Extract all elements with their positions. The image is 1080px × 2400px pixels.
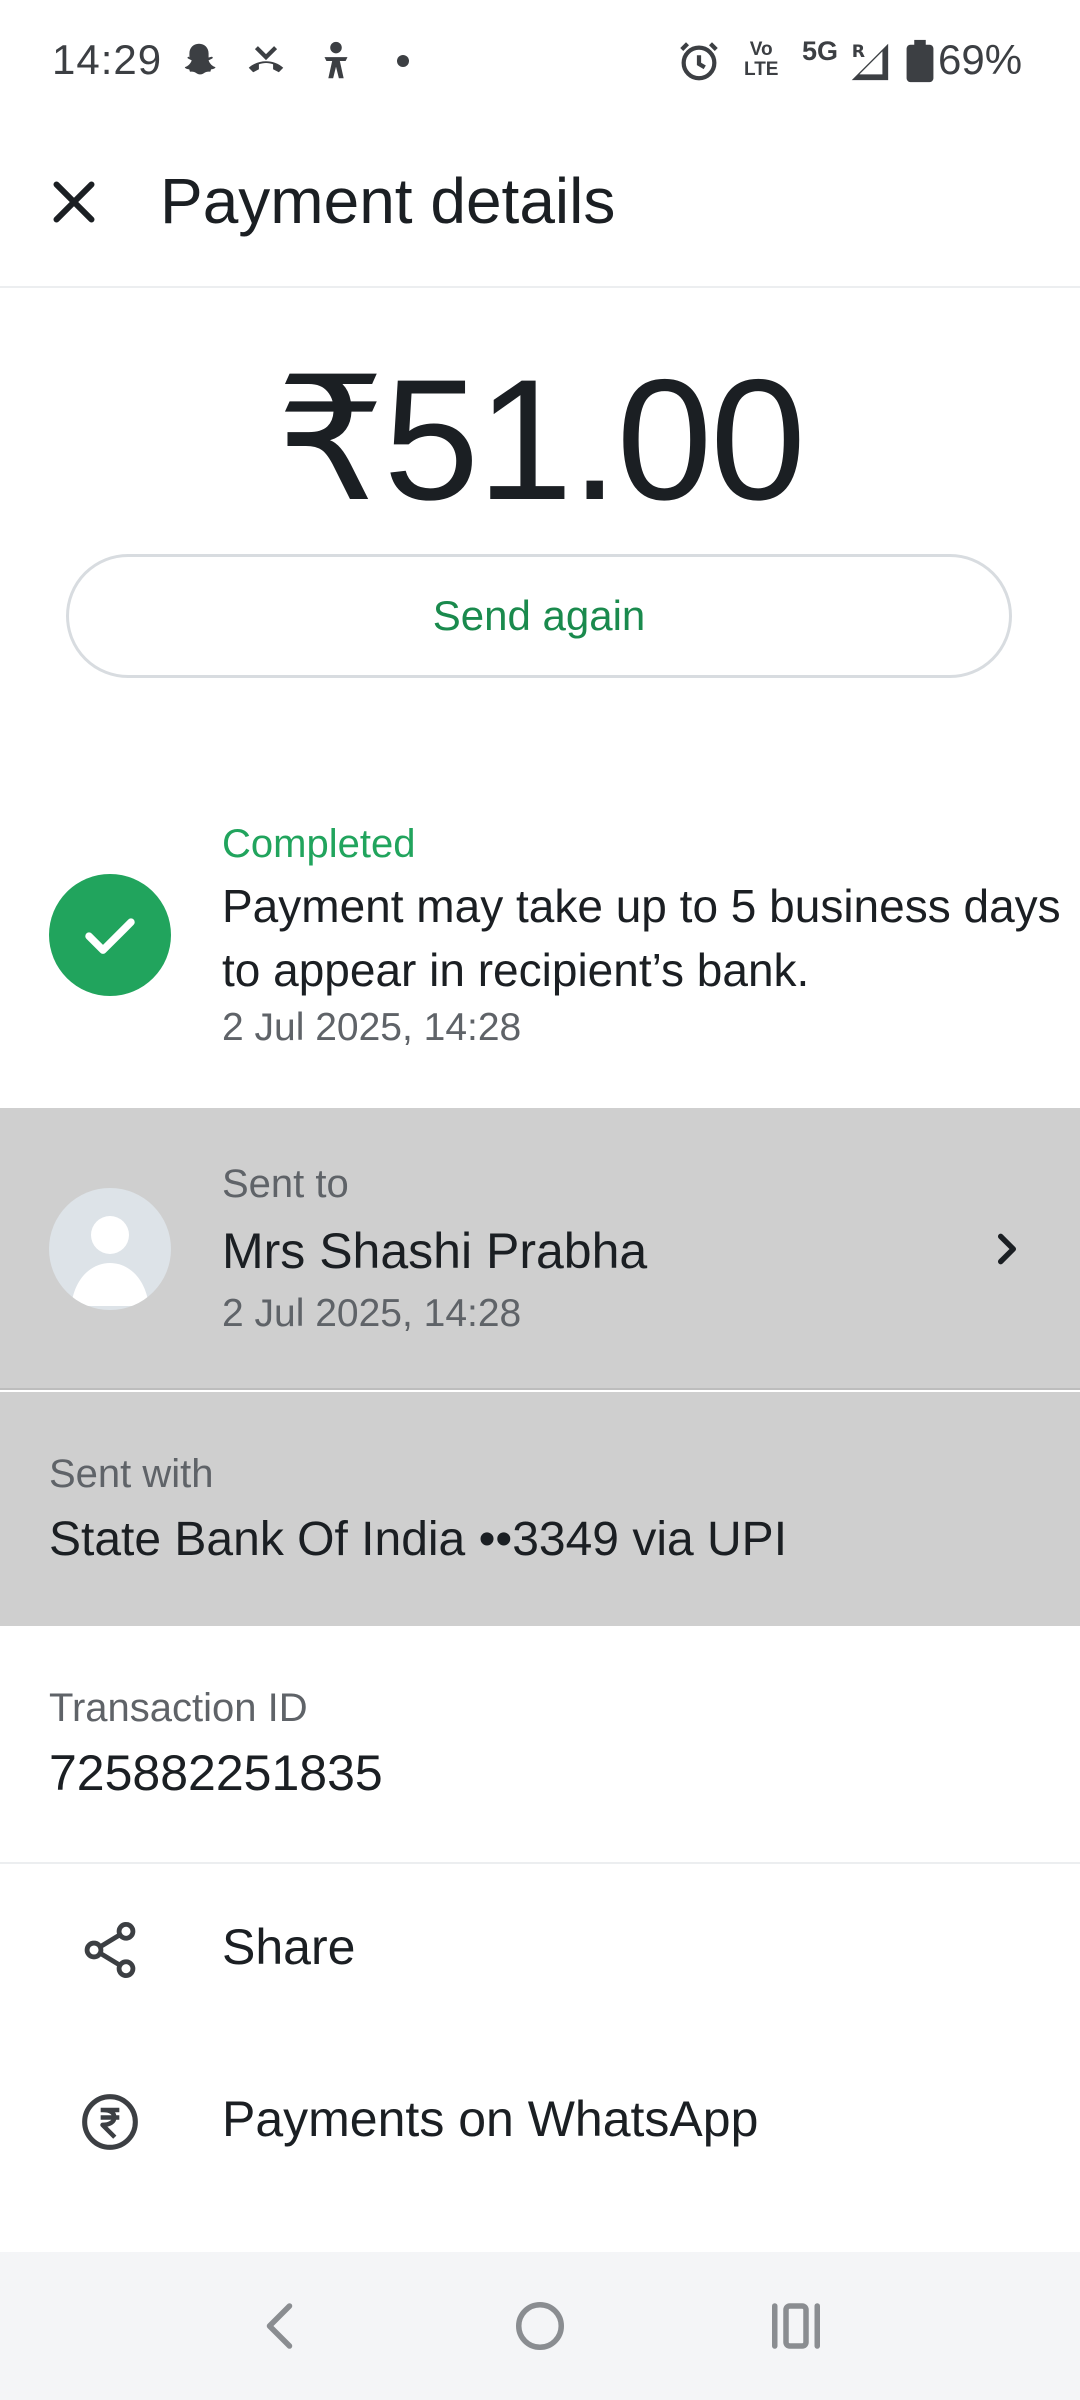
sent-to-label: Sent to (222, 1162, 349, 1206)
payment-method-row: Sent with State Bank Of India ••3349 via… (0, 1392, 1080, 1626)
close-button[interactable] (44, 172, 104, 232)
status-bar: 14:29 Vo LTE 5G R 69% (0, 0, 1080, 124)
alarm-icon (676, 38, 722, 84)
payments-on-whatsapp-action[interactable]: Payments on WhatsApp (0, 2038, 1080, 2208)
chevron-right-icon (990, 1228, 1024, 1270)
recipient-row[interactable]: Sent to Mrs Shashi Prabha 2 Jul 2025, 14… (0, 1108, 1080, 1390)
signal-icon: R (846, 38, 892, 84)
share-label: Share (222, 1919, 356, 1975)
notification-dot-icon (397, 55, 409, 67)
status-label: Completed (222, 822, 416, 866)
status-time: 14:29 (52, 36, 163, 83)
missed-call-icon (243, 38, 289, 84)
home-icon (516, 2302, 564, 2350)
recents-button[interactable] (766, 2296, 826, 2356)
send-again-button[interactable]: Send again (66, 554, 1012, 678)
share-action[interactable]: Share (0, 1866, 1080, 2036)
back-icon (266, 2303, 293, 2349)
bank-account-info: State Bank Of India ••3349 via UPI (49, 1513, 788, 1566)
share-icon (78, 1918, 142, 1982)
transaction-id-value: 725882251835 (49, 1745, 383, 1801)
payments-on-whatsapp-label: Payments on WhatsApp (222, 2091, 759, 2147)
svg-text:R: R (852, 42, 865, 62)
battery-percentage: 69% (938, 36, 1023, 83)
accessibility-icon (313, 38, 359, 84)
volte-icon: Vo LTE (744, 39, 779, 80)
network-type: 5G (802, 36, 839, 66)
status-message: Payment may take up to 5 business days t… (222, 880, 1061, 996)
status-date: 2 Jul 2025, 14:28 (222, 1006, 522, 1049)
transaction-id-section: Transaction ID 725882251835 (0, 1626, 1080, 1864)
person-icon (71, 1216, 149, 1306)
app-header: Payment details (0, 124, 1080, 288)
checkmark-icon (85, 918, 135, 954)
system-navigation-bar (0, 2252, 1080, 2400)
completed-status-badge (49, 874, 171, 996)
recipient-name: Mrs Shashi Prabha (222, 1223, 648, 1279)
page-title: Payment details (160, 165, 616, 237)
battery-icon (900, 38, 940, 84)
transaction-id-label: Transaction ID (49, 1686, 308, 1730)
avatar (49, 1188, 171, 1310)
back-button[interactable] (252, 2296, 312, 2356)
close-icon (53, 181, 95, 223)
home-button[interactable] (510, 2296, 570, 2356)
snapchat-icon (176, 38, 222, 84)
payment-details-screen: 14:29 Vo LTE 5G R 69% Payment details ₹5… (0, 0, 1080, 2400)
recents-icon (772, 2303, 820, 2349)
sent-with-label: Sent with (49, 1452, 214, 1496)
rupee-icon (78, 2090, 142, 2154)
payment-amount: ₹51.00 (276, 344, 806, 536)
sent-date: 2 Jul 2025, 14:28 (222, 1292, 522, 1335)
